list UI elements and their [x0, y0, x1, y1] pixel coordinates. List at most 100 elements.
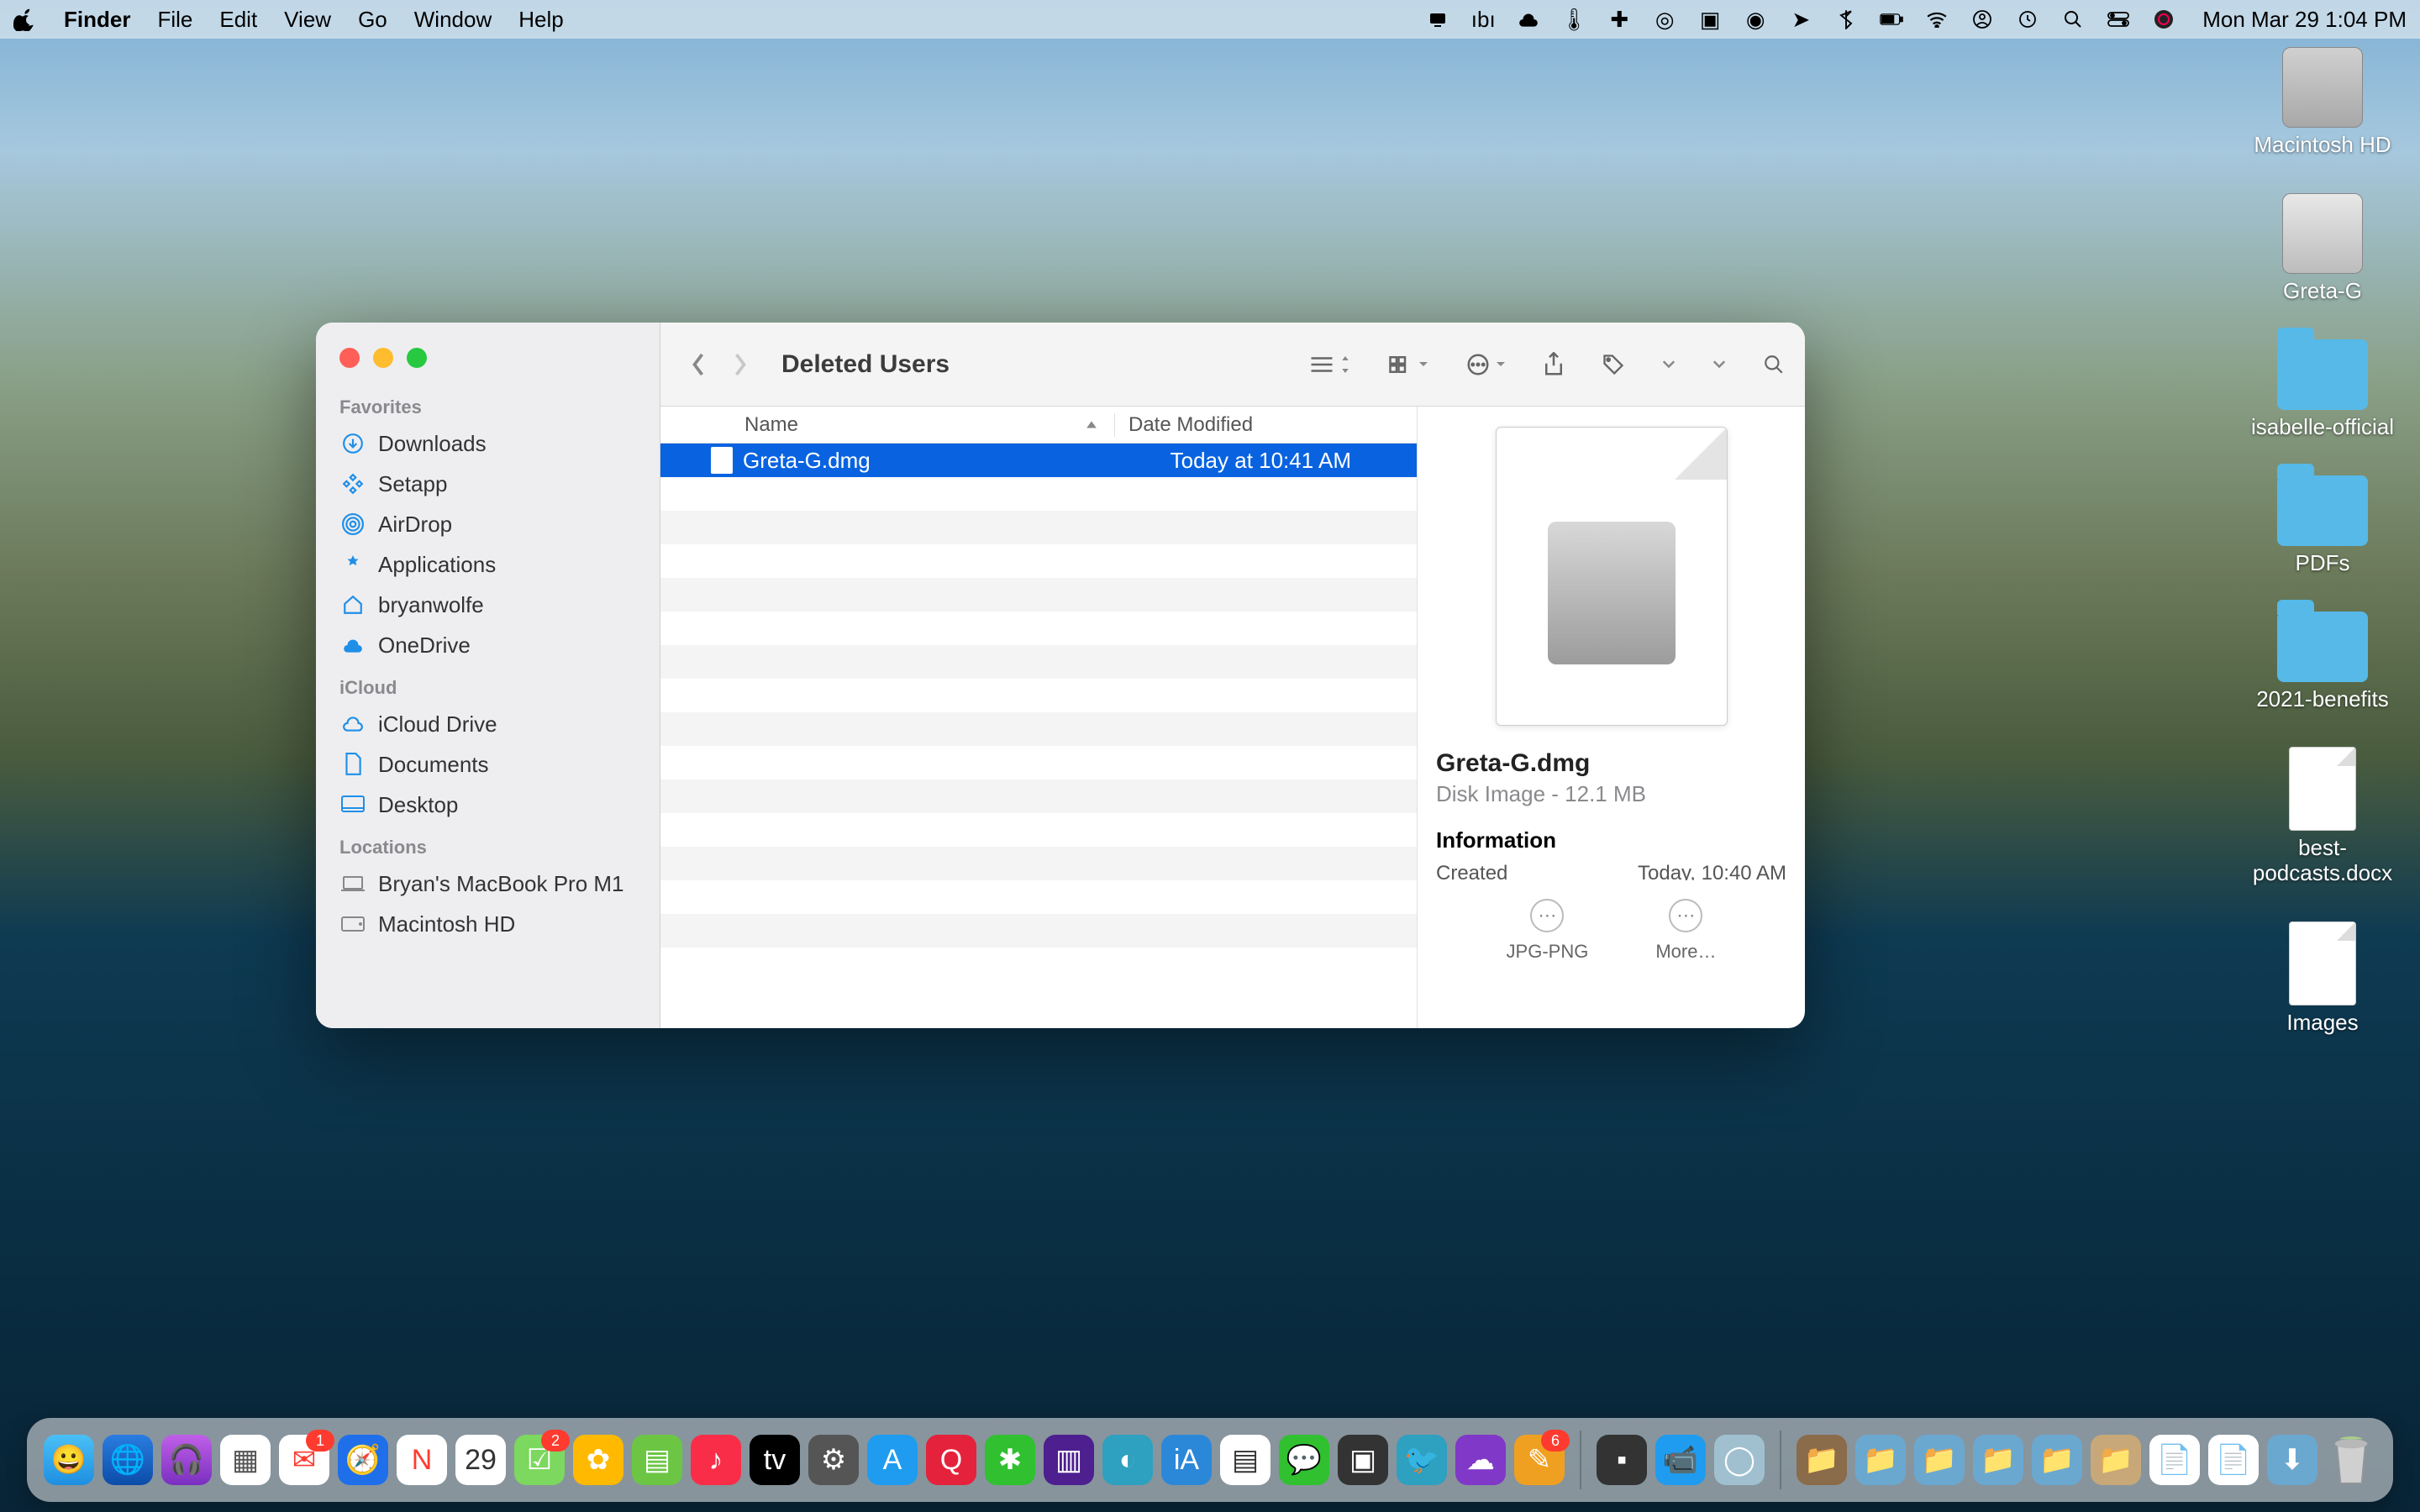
back-button[interactable]	[681, 347, 716, 382]
cloud-icon[interactable]	[1517, 8, 1540, 31]
dock-news[interactable]: N	[397, 1435, 447, 1485]
dock-reminders[interactable]: ☑	[514, 1435, 565, 1485]
dock-folder-1[interactable]: 📁	[1797, 1435, 1847, 1485]
group-button[interactable]	[1388, 354, 1428, 375]
dock-mail[interactable]: ✉	[279, 1435, 329, 1485]
dock-launchpad[interactable]: ▦	[220, 1435, 271, 1485]
dock-finder[interactable]: 😀	[44, 1435, 94, 1485]
arrow-icon[interactable]: ➤	[1789, 8, 1812, 31]
dock-folder-5[interactable]: 📁	[2032, 1435, 2082, 1485]
dock-edge[interactable]: 🌐	[103, 1435, 153, 1485]
app-name[interactable]: Finder	[64, 7, 130, 33]
view-list-button[interactable]	[1309, 354, 1351, 375]
menu-help[interactable]: Help	[518, 7, 563, 33]
menu-edit[interactable]: Edit	[219, 7, 257, 33]
dock-twitter[interactable]: 🐦	[1397, 1435, 1447, 1485]
dock-calendar[interactable]: 29	[455, 1435, 506, 1485]
dock-app-6[interactable]: ▪	[1597, 1435, 1647, 1485]
temp-icon[interactable]: 🌡	[1562, 8, 1586, 31]
dock-trash[interactable]	[2326, 1432, 2376, 1488]
sidebar-item-iclouddrive[interactable]: iCloud Drive	[316, 704, 660, 744]
action-button[interactable]	[1465, 352, 1506, 377]
sidebar-item-desktop[interactable]: Desktop	[316, 785, 660, 825]
dock-trello[interactable]: ▥	[1044, 1435, 1094, 1485]
wifi-icon[interactable]	[1925, 8, 1949, 31]
spotlight-icon[interactable]	[2061, 8, 2085, 31]
desktop-item-benefits[interactable]: 2021-benefits	[2247, 612, 2398, 712]
apple-menu-icon[interactable]	[13, 8, 37, 31]
dock-folder-2[interactable]: 📁	[1855, 1435, 1906, 1485]
dock-zoom[interactable]: 📹	[1655, 1435, 1706, 1485]
desktop-item-podcasts[interactable]: best-podcasts.docx	[2247, 747, 2398, 886]
dock-appstore[interactable]: A	[867, 1435, 918, 1485]
dock-app-3[interactable]: ▤	[1220, 1435, 1270, 1485]
sidebar-item-applications[interactable]: Applications	[316, 544, 660, 585]
desktop-item-greta-g[interactable]: Greta-G	[2247, 193, 2398, 304]
box-icon[interactable]: ▣	[1698, 8, 1722, 31]
sidebar-item-documents[interactable]: Documents	[316, 744, 660, 785]
dock-app-7[interactable]: ◯	[1714, 1435, 1765, 1485]
sidebar-item-onedrive[interactable]: OneDrive	[316, 625, 660, 665]
clock[interactable]: Mon Mar 29 1:04 PM	[2202, 7, 2407, 33]
share-button[interactable]	[1543, 352, 1565, 377]
bluetooth-icon[interactable]	[1834, 8, 1858, 31]
dock-settings[interactable]: ⚙	[808, 1435, 859, 1485]
dock-app-2[interactable]: iA	[1161, 1435, 1212, 1485]
dock-photos[interactable]: ✿	[573, 1435, 623, 1485]
file-row[interactable]: Greta-G.dmg Today at 10:41 AM	[660, 444, 1417, 477]
column-date[interactable]: Date Modified	[1114, 413, 1417, 437]
dock-folder-7[interactable]: 📄	[2149, 1435, 2200, 1485]
dropdown-1[interactable]	[1662, 360, 1676, 369]
dock-folder-8[interactable]: 📄	[2208, 1435, 2259, 1485]
status-icon-2[interactable]: ıbı	[1471, 8, 1495, 31]
desktop-item-isabelle[interactable]: isabelle-official	[2247, 339, 2398, 440]
dock-folder-4[interactable]: 📁	[1973, 1435, 2023, 1485]
dock-notes[interactable]: ✎	[1514, 1435, 1565, 1485]
close-button[interactable]	[339, 348, 360, 368]
siri-icon[interactable]	[2152, 8, 2175, 31]
menu-window[interactable]: Window	[414, 7, 492, 33]
forward-button[interactable]	[723, 347, 758, 382]
dock-slack[interactable]: ✱	[985, 1435, 1035, 1485]
sidebar-item-macbook[interactable]: Bryan's MacBook Pro M1	[316, 864, 660, 904]
column-name[interactable]: Name	[660, 413, 1114, 437]
dock-downloads[interactable]: ⬇	[2267, 1435, 2317, 1485]
sidebar-item-macintoshhd[interactable]: Macintosh HD	[316, 904, 660, 944]
menu-file[interactable]: File	[157, 7, 192, 33]
tags-button[interactable]	[1602, 353, 1625, 376]
plus-icon[interactable]: ✚	[1607, 8, 1631, 31]
menu-view[interactable]: View	[284, 7, 331, 33]
dock-messages[interactable]: 💬	[1279, 1435, 1329, 1485]
status-icon-1[interactable]	[1426, 8, 1449, 31]
desktop-item-pdfs[interactable]: PDFs	[2247, 475, 2398, 576]
dock-app-5[interactable]: ☁	[1455, 1435, 1506, 1485]
sidebar-item-airdrop[interactable]: AirDrop	[316, 504, 660, 544]
circle-icon[interactable]: ◎	[1653, 8, 1676, 31]
sidebar-item-downloads[interactable]: Downloads	[316, 423, 660, 464]
sidebar-item-setapp[interactable]: Setapp	[316, 464, 660, 504]
search-button[interactable]	[1763, 354, 1785, 375]
dock-podcasts[interactable]: 🎧	[161, 1435, 212, 1485]
cc-icon[interactable]: ◉	[1744, 8, 1767, 31]
timemachine-icon[interactable]	[2016, 8, 2039, 31]
zoom-button[interactable]	[407, 348, 427, 368]
desktop-item-macintosh-hd[interactable]: Macintosh HD	[2247, 47, 2398, 158]
dropdown-2[interactable]	[1712, 360, 1726, 369]
sidebar-item-home[interactable]: bryanwolfe	[316, 585, 660, 625]
dock-tv[interactable]: tv	[750, 1435, 800, 1485]
dock-folder-3[interactable]: 📁	[1914, 1435, 1965, 1485]
dock-numbers[interactable]: ▤	[632, 1435, 682, 1485]
menu-go[interactable]: Go	[358, 7, 387, 33]
desktop-item-images[interactable]: Images	[2247, 921, 2398, 1036]
dock-folder-6[interactable]: 📁	[2091, 1435, 2141, 1485]
dock-safari[interactable]: 🧭	[338, 1435, 388, 1485]
minimize-button[interactable]	[373, 348, 393, 368]
dock-music[interactable]: ♪	[691, 1435, 741, 1485]
control-center-icon[interactable]	[2107, 8, 2130, 31]
dock-q[interactable]: Q	[926, 1435, 976, 1485]
user-icon[interactable]	[1970, 8, 1994, 31]
dock-app-1[interactable]: ◐	[1102, 1435, 1153, 1485]
dock-app-4[interactable]: ▣	[1338, 1435, 1388, 1485]
battery-icon[interactable]	[1880, 8, 1903, 31]
quick-action-more[interactable]: ⋯More…	[1655, 899, 1716, 963]
